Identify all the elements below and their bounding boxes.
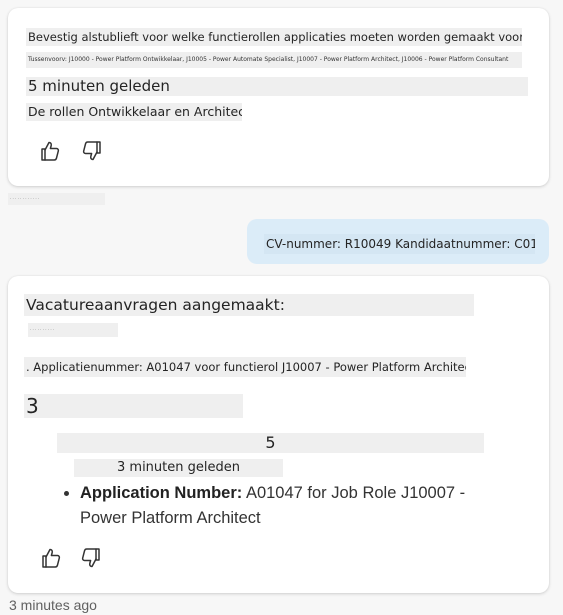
user-message-text: CV-nummer: R10049 Kandidaatnummer: C0102… (264, 234, 535, 254)
bot-message-card-1: Bevestig alstublieft voor welke functier… (8, 8, 549, 186)
message-meta-1: · · · · · · · · · · · · (8, 193, 105, 205)
card-subheading: · · · · · · · · · · (28, 323, 118, 337)
roles-list-text: Tussenvoorv: J10000 - Power Platform Ont… (26, 52, 522, 68)
message-timestamp: 5 minuten geleden (26, 77, 528, 96)
list-item: Application Number: A01047 for Job Role … (80, 481, 500, 531)
number-text-b: 5 (57, 433, 484, 453)
application-list: Application Number: A01047 for Job Role … (60, 481, 500, 531)
thumbs-down-icon[interactable] (79, 546, 103, 570)
thumbs-down-icon[interactable] (80, 139, 104, 163)
message-timestamp: 3 minutes ago (9, 597, 97, 613)
number-text-a: 3 (24, 394, 243, 418)
message-timestamp: 3 minuten geleden (74, 459, 283, 477)
bullet-label: Application Number: (80, 484, 243, 502)
thumbs-up-icon[interactable] (39, 546, 63, 570)
thumbs-up-icon[interactable] (38, 139, 62, 163)
answer-text: De rollen Ontwikkelaar en Architect. (26, 103, 242, 121)
confirm-text: Bevestig alstublieft voor welke functier… (26, 28, 522, 46)
application-line: . Applicatienummer: A01047 voor functier… (24, 357, 466, 377)
bot-message-card-2: Vacatureaanvragen aangemaakt: · · · · · … (8, 276, 549, 593)
card-heading: Vacatureaanvragen aangemaakt: (24, 294, 474, 316)
user-message-bubble: CV-nummer: R10049 Kandidaatnummer: C0102… (247, 219, 549, 264)
